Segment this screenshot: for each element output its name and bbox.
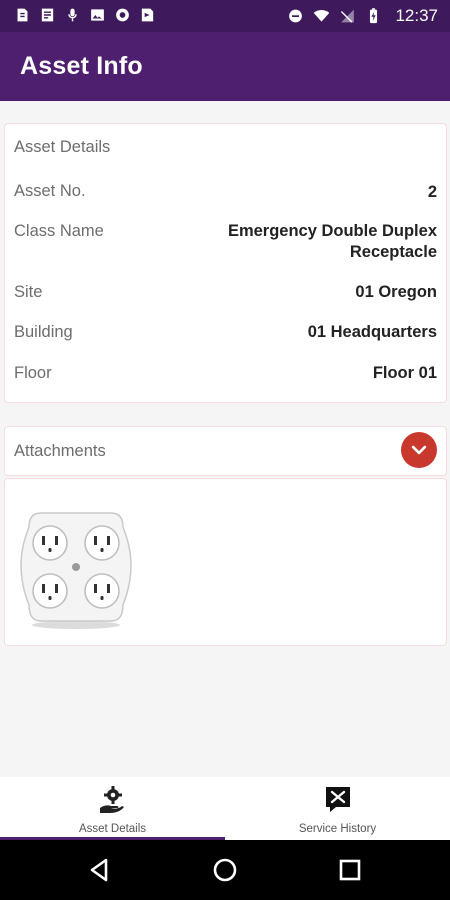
attachments-label: Attachments (14, 442, 106, 460)
tab-service-history-label: Service History (298, 823, 377, 835)
back-icon (90, 858, 108, 882)
attachments-list (4, 478, 447, 646)
battery-charging-icon (365, 7, 382, 25)
tasks-icon (39, 6, 56, 24)
circle-app-icon (114, 6, 131, 24)
data-saver-icon (14, 6, 31, 24)
class-name-value-line1: Emergency Double Duplex (227, 222, 437, 240)
bottom-navigation: Asset Details Service History (0, 777, 450, 840)
building-value: 01 Headquarters (307, 323, 437, 341)
tools-icon (325, 787, 350, 812)
attachments-toggle-button[interactable] (401, 432, 437, 468)
chevron-down-icon (411, 445, 427, 455)
attachments-header[interactable]: Attachments (4, 426, 447, 476)
outlet-image (20, 512, 132, 629)
recents-button[interactable] (334, 854, 366, 886)
play-store-icon (139, 6, 156, 24)
app-bar: Asset Info (0, 32, 450, 101)
image-icon (89, 6, 106, 24)
site-value: 01 Oregon (355, 283, 437, 301)
back-button[interactable] (84, 854, 116, 886)
asset-no-value: 2 (427, 183, 437, 201)
tab-asset-details-label: Asset Details (78, 823, 147, 835)
asset-details-heading: Asset Details (14, 138, 111, 156)
status-clock: 12:37 (395, 6, 438, 25)
microphone-icon (64, 6, 81, 24)
tab-service-history[interactable]: Service History (225, 777, 450, 840)
asset-details-card: Asset Details Asset No. 2 Class Name Eme… (4, 123, 447, 403)
home-icon (213, 858, 237, 882)
building-label: Building (14, 323, 73, 341)
class-name-value-line2: Receptacle (349, 243, 437, 261)
tab-asset-details[interactable]: Asset Details (0, 777, 225, 840)
floor-value: Floor 01 (372, 364, 437, 382)
site-label: Site (14, 283, 43, 301)
class-name-value: Emergency Double Duplex Receptacle (228, 221, 437, 263)
attachment-thumbnail[interactable] (19, 507, 134, 631)
system-navigation-bar (0, 840, 450, 900)
page-title: Asset Info (20, 52, 143, 80)
asset-gear-hand-icon (99, 786, 124, 813)
home-button[interactable] (209, 854, 241, 886)
asset-no-label: Asset No. (14, 182, 86, 200)
no-signal-icon (339, 7, 356, 25)
status-bar: 12:37 (0, 0, 450, 32)
class-name-label: Class Name (14, 222, 104, 240)
recents-icon (339, 859, 361, 881)
floor-label: Floor (14, 364, 52, 382)
do-not-disturb-icon (287, 7, 304, 25)
wifi-icon (313, 7, 330, 25)
